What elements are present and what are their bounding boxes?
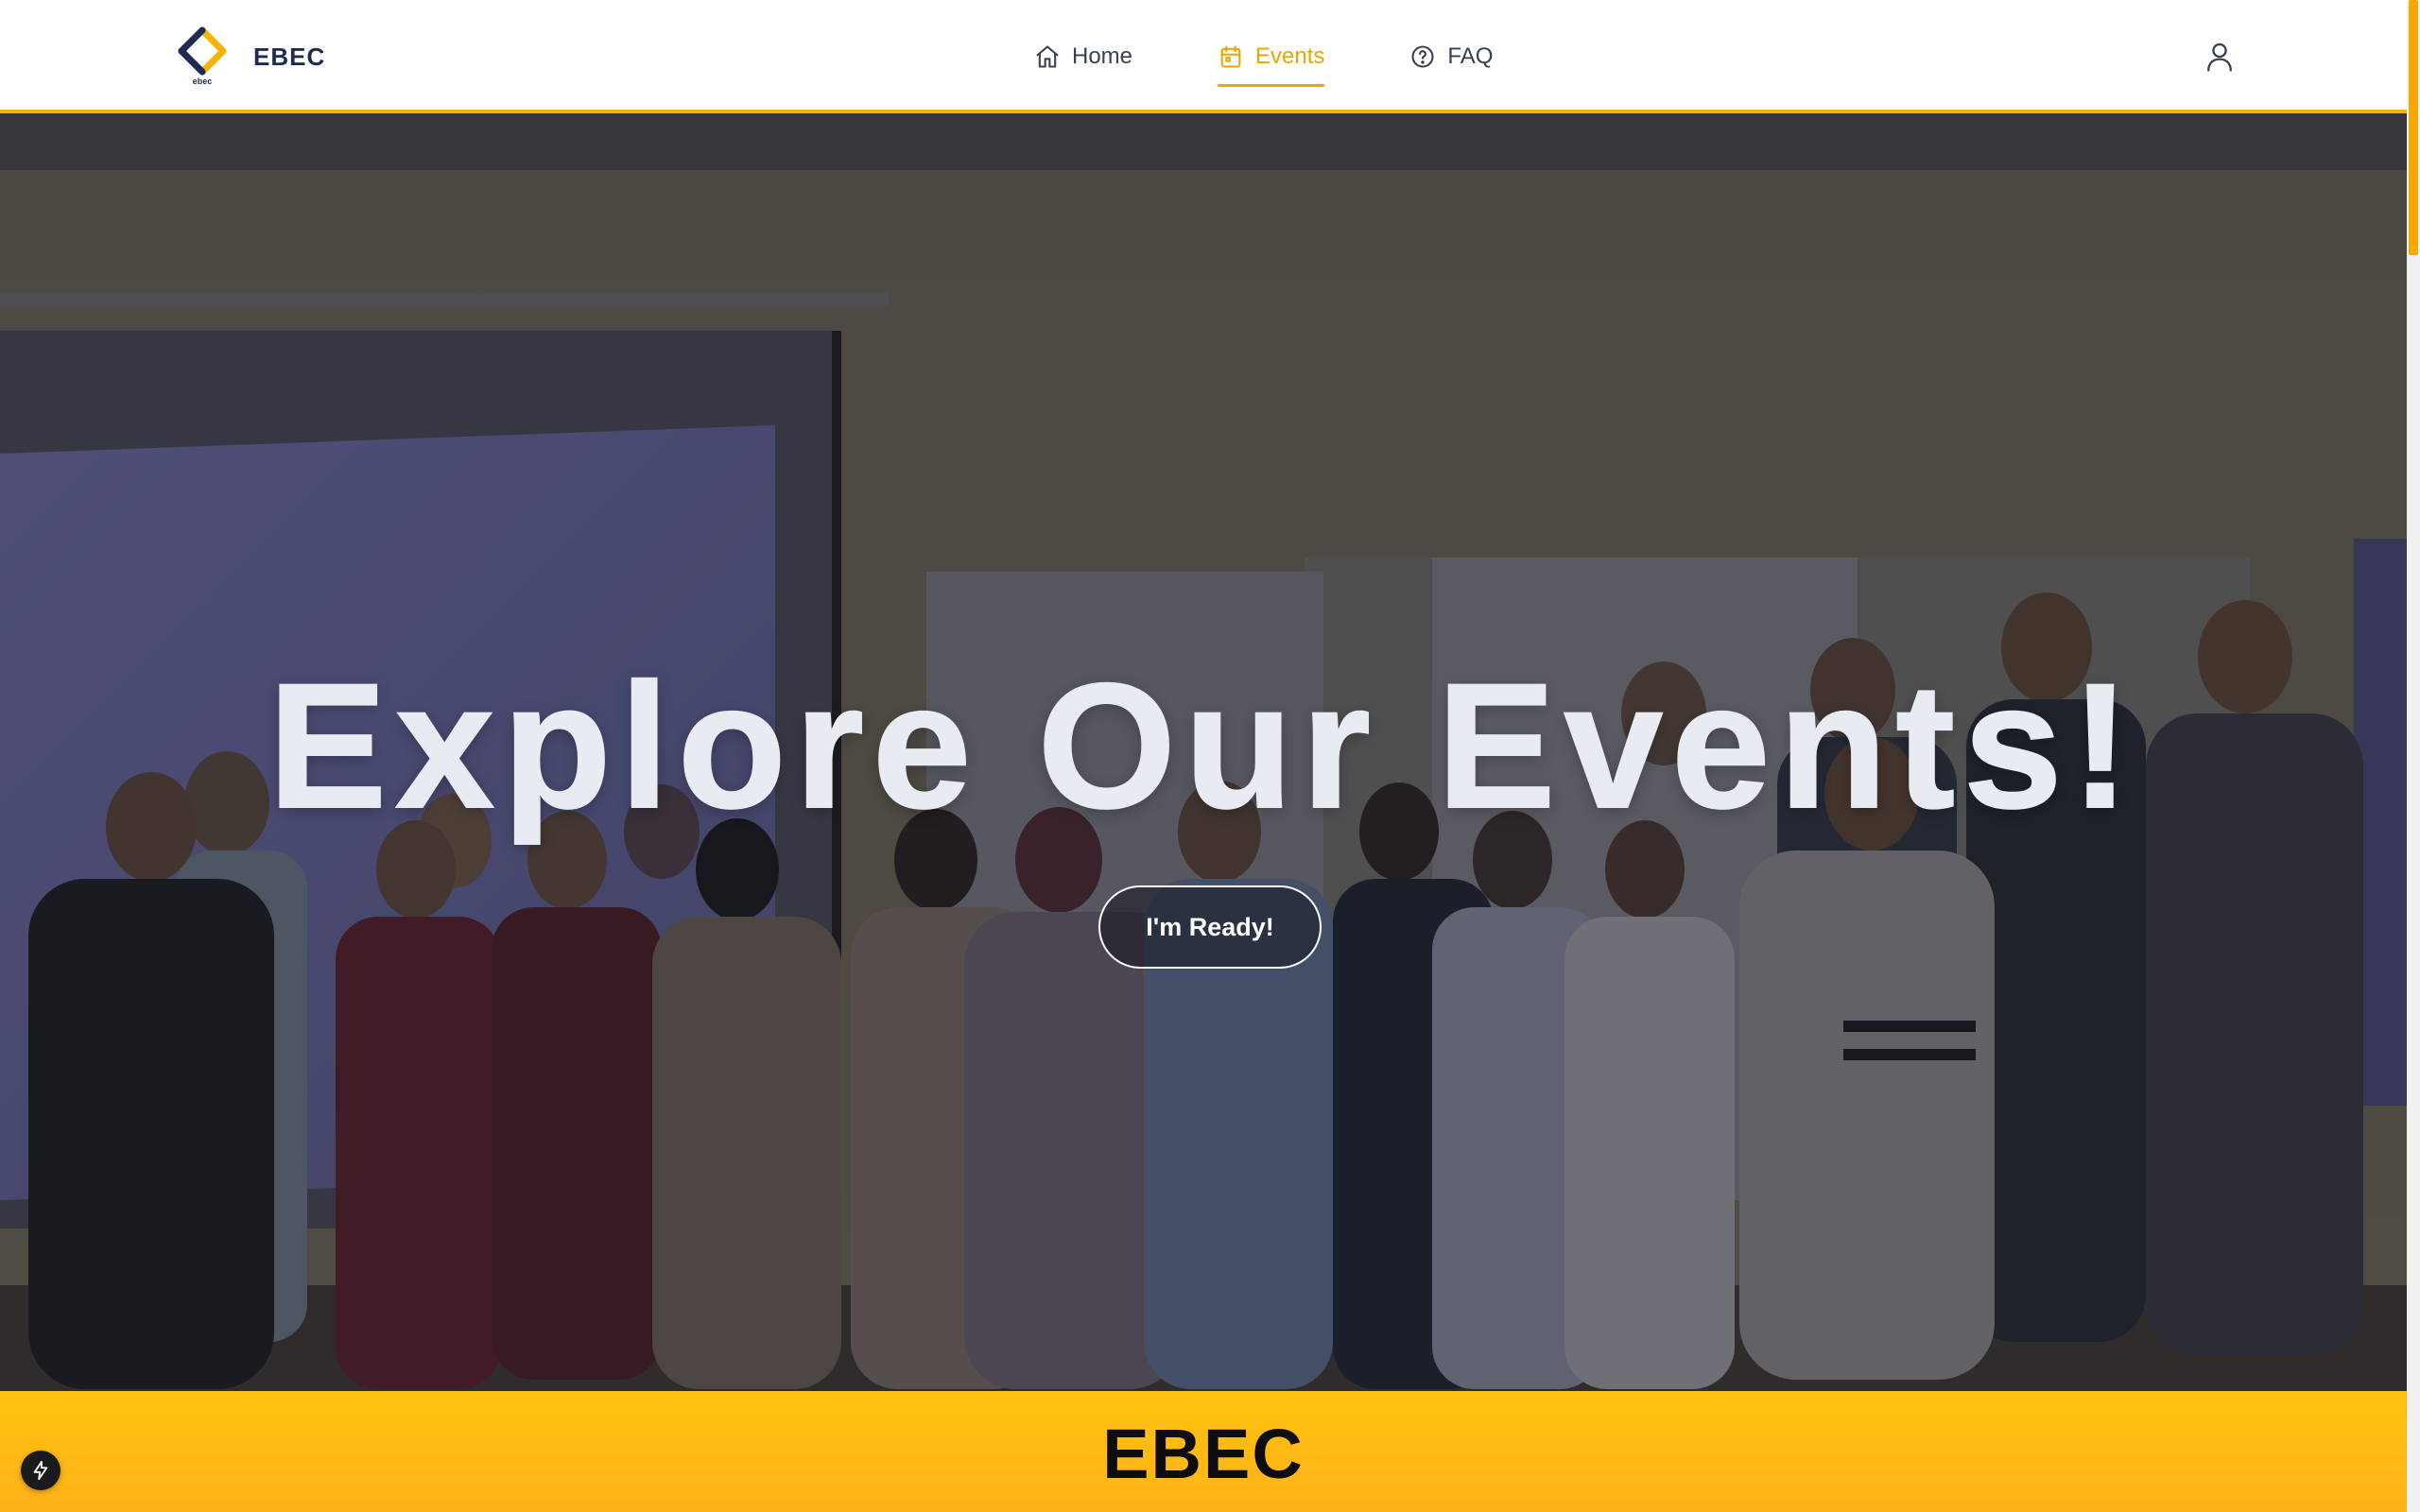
brand-name: EBEC — [253, 42, 326, 71]
nav-faq[interactable]: FAQ — [1409, 28, 1493, 85]
brand-link[interactable]: ebec EBEC — [176, 26, 325, 87]
page-scrollbar[interactable] — [2407, 0, 2420, 1512]
ebec-logo: ebec — [178, 26, 227, 86]
nav-events[interactable]: Events — [1218, 28, 1325, 87]
navbar: ebec EBEC Home Events FAQ — [0, 0, 2407, 113]
main-nav: Home Events FAQ — [1034, 0, 1493, 113]
bolt-icon — [33, 1460, 48, 1481]
nav-home[interactable]: Home — [1034, 28, 1132, 85]
nav-faq-label: FAQ — [1447, 43, 1494, 69]
account-button[interactable] — [2201, 38, 2238, 76]
nav-events-label: Events — [1255, 43, 1325, 69]
user-icon — [2207, 43, 2232, 72]
home-icon — [1036, 45, 1059, 68]
hero-section: Explore Our Events! I'm Ready! — [0, 113, 2407, 1391]
hero-title: Explore Our Events! — [268, 646, 2139, 845]
logo-caption: ebec — [193, 77, 213, 86]
im-ready-button[interactable]: I'm Ready! — [1098, 885, 1322, 969]
help-circle-icon — [1411, 45, 1434, 68]
section-title: EBEC — [1102, 1415, 1305, 1493]
page: ebec EBEC Home Events FAQ Explore Our Ev… — [0, 0, 2420, 1512]
nav-home-label: Home — [1072, 43, 1133, 69]
floating-action-button[interactable] — [21, 1451, 60, 1490]
scrollbar-thumb[interactable] — [2409, 0, 2418, 255]
ebec-section: EBEC — [0, 1391, 2407, 1512]
calendar-icon — [1220, 45, 1241, 68]
